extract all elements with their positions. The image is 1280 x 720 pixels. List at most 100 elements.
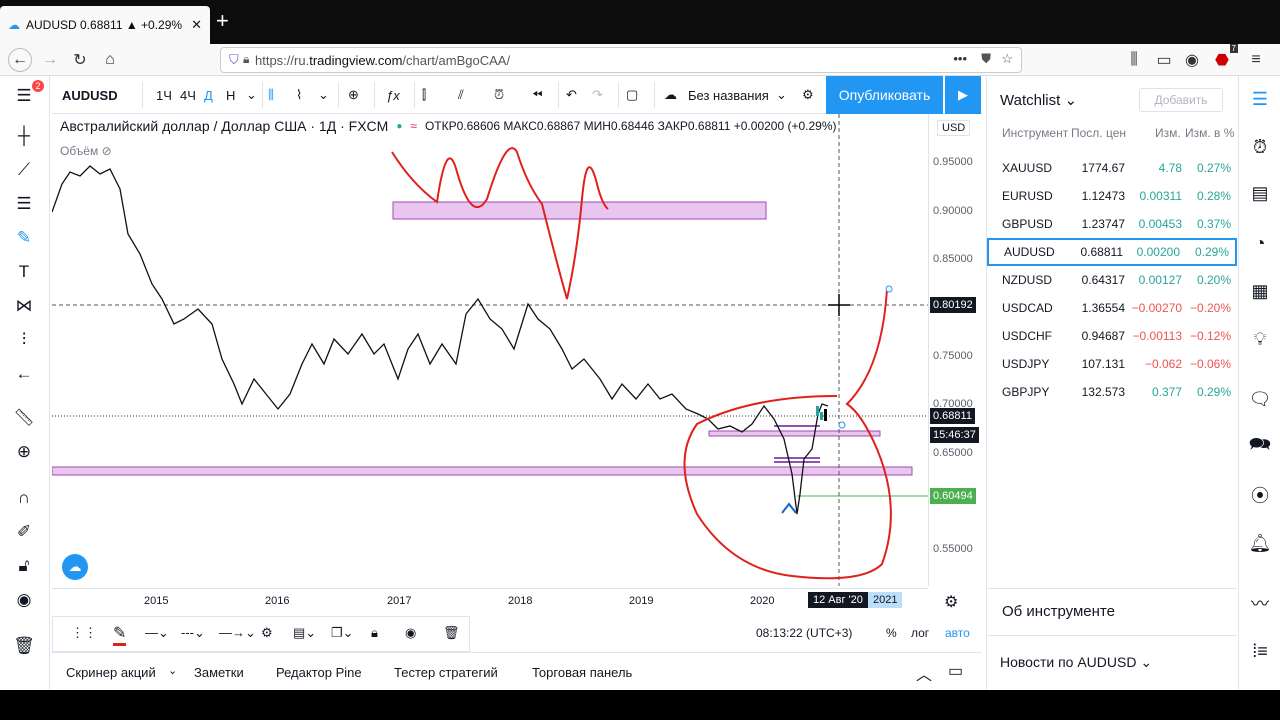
new-tab-button[interactable]: + (216, 10, 229, 32)
pocket-icon[interactable]: ⛊ (981, 51, 991, 67)
alert-icon[interactable]: ⏰︎ (494, 84, 504, 106)
bar-style-icon[interactable]: ⫼ (268, 84, 274, 106)
back-icon[interactable]: ← (8, 48, 32, 72)
chat-icon[interactable]: 🗨︎ (1247, 386, 1273, 412)
axis-settings-icon[interactable]: ⚙ (944, 592, 958, 612)
indicators-icon[interactable]: ƒx (386, 84, 400, 106)
settings-icon[interactable]: ⚙ (802, 84, 814, 106)
hide-eye-icon[interactable]: ⊘ (102, 144, 112, 158)
watchlist-row[interactable]: GBPJPY 132.573 0.377 0.29% (987, 378, 1237, 406)
tab-stock-screener[interactable]: Скринер акций (66, 665, 156, 680)
compare-icon[interactable]: ⊕ (348, 84, 359, 106)
crosshair-icon[interactable]: ┼ (10, 122, 38, 150)
chart-type-dropdown-icon[interactable]: ⌄ (318, 84, 329, 106)
private-chat-icon[interactable]: 🗪︎ (1247, 434, 1273, 460)
currency-label[interactable]: USD (937, 120, 971, 136)
zoom-icon[interactable]: ⊕ (10, 438, 38, 466)
notifications-icon[interactable]: 🔔︎ (1247, 530, 1273, 556)
delete-drawing-icon[interactable]: 🗑︎ (443, 625, 460, 641)
tab-notes[interactable]: Заметки (194, 665, 244, 680)
line-width-icon[interactable]: —⌄ (145, 625, 169, 641)
financials-icon[interactable]: ⫿ (422, 84, 426, 106)
ruler-icon[interactable]: 📏︎ (10, 404, 38, 432)
line-style-icon[interactable]: ‐‐‐⌄ (181, 625, 205, 641)
sidebar-icon[interactable]: ▭ (1152, 48, 1176, 72)
data-window-icon[interactable]: ▤ (1247, 180, 1273, 206)
col-change-pct[interactable]: Изм. в % (1185, 126, 1234, 140)
browser-tab[interactable]: ☁ AUDUSD 0.68811 ▲ +0.29% Без ✕ (0, 6, 210, 44)
lock-drawings-pencil-icon[interactable]: ✐ (10, 518, 38, 546)
text-icon[interactable]: T (10, 258, 38, 286)
pattern-icon[interactable]: ⋈ (10, 292, 38, 320)
address-bar[interactable]: ⛉ 🔒︎ https://ru. tradingview.com/chart/am… (220, 47, 1022, 73)
menu-icon[interactable]: ≡ (1244, 48, 1268, 72)
trash-icon[interactable]: 🗑︎ (10, 632, 38, 660)
main-menu-icon[interactable]: ☰ 2 (10, 80, 44, 110)
col-last[interactable]: Посл. цен (1071, 126, 1126, 140)
watchlist-row[interactable]: USDCHF 0.94687 −0.00113 −0.12% (987, 322, 1237, 350)
ideas-icon[interactable]: 💡︎ (1247, 326, 1273, 352)
tab-strategy-tester[interactable]: Тестер стратегий (394, 665, 498, 680)
fullscreen-icon[interactable]: ▢ (626, 84, 638, 106)
watchlist-row[interactable]: AUDUSD 0.68811 0.00200 0.29% (987, 238, 1237, 266)
interval-1d[interactable]: Д (204, 84, 213, 106)
trend-line-icon[interactable]: ⟋ (10, 156, 38, 184)
chart-pane[interactable]: Австралийский доллар / Доллар США · 1Д ·… (52, 114, 928, 586)
hotlists-icon[interactable]: ◔ (1247, 230, 1273, 256)
add-symbol-input[interactable]: Добавить (1139, 88, 1223, 112)
maximize-panel-icon[interactable]: ▭ (948, 661, 963, 681)
play-icon[interactable]: ▶ (945, 76, 981, 114)
tradingview-logo-icon[interactable]: ☁ (62, 554, 88, 580)
clone-icon[interactable]: ❐⌄ (331, 625, 354, 641)
lock-icon[interactable]: 🔒︎ (243, 52, 249, 67)
hide-drawing-icon[interactable]: ◉ (405, 625, 416, 641)
price-axis[interactable]: USD 0.95000 0.90000 0.85000 0.80192 0.75… (928, 114, 982, 586)
log-toggle[interactable]: лог (911, 626, 929, 640)
reload-icon[interactable]: ↻ (68, 48, 92, 72)
prediction-icon[interactable]: ⫶ (10, 326, 38, 354)
brush-icon[interactable]: ✎ (10, 224, 38, 252)
lock-icon[interactable]: 🔓︎ (10, 552, 38, 580)
close-tab-icon[interactable]: ✕ (191, 17, 202, 33)
cloud-icon[interactable]: ☁ (664, 84, 677, 106)
price-chart[interactable] (52, 114, 928, 586)
time-axis[interactable]: 2015 2016 2017 2018 2019 2020 12 Авг '20… (52, 588, 928, 614)
collapse-panel-icon[interactable]: ︿ (916, 661, 932, 685)
line-style-icon[interactable]: ⌇ (296, 84, 302, 106)
calendar-icon[interactable]: ▦ (1247, 278, 1273, 304)
alerts-clock-icon[interactable]: ⏰︎ (1247, 134, 1273, 160)
streams-icon[interactable]: ⦿ (1247, 482, 1273, 508)
tab-trading-panel[interactable]: Торговая панель (532, 665, 632, 680)
magnet-icon[interactable]: ∩ (10, 484, 38, 512)
layout-dropdown-icon[interactable]: ⌄ (776, 84, 787, 106)
news-section[interactable]: Новости по AUDUSD ⌄ (1000, 654, 1152, 671)
drag-handle-icon[interactable]: ⋮⋮ (71, 625, 97, 641)
signals-icon[interactable]: 〰 (1247, 590, 1273, 616)
visibility-icon[interactable]: ◉ (10, 586, 38, 614)
about-symbol-section[interactable]: Об инструменте (987, 588, 1237, 636)
page-actions-icon[interactable]: ••• (953, 51, 967, 66)
interval-4h[interactable]: 4Ч (180, 84, 196, 106)
order-panel-icon[interactable]: ⁞≡ (1247, 638, 1273, 664)
watchlist-icon[interactable]: ☰ (1247, 86, 1273, 112)
watchlist-row[interactable]: NZDUSD 0.64317 0.00127 0.20% (987, 266, 1237, 294)
watchlist-title[interactable]: Watchlist ⌄ (1000, 91, 1077, 109)
col-symbol[interactable]: Инструмент (1002, 126, 1068, 140)
fib-icon[interactable]: ☰ (10, 190, 38, 218)
forward-icon[interactable]: → (38, 48, 62, 72)
library-icon[interactable]: ⫼ (1122, 48, 1146, 72)
watchlist-row[interactable]: USDJPY 107.131 −0.062 −0.06% (987, 350, 1237, 378)
line-color-icon[interactable]: ✎ (113, 623, 127, 646)
shield-icon[interactable]: ⛉ (229, 52, 239, 68)
percent-toggle[interactable]: % (886, 626, 897, 640)
symbol-search[interactable]: AUDUSD (62, 84, 118, 106)
auto-toggle[interactable]: авто (945, 626, 970, 640)
watchlist-row[interactable]: USDCAD 1.36554 −0.00270 −0.20% (987, 294, 1237, 322)
home-icon[interactable]: ⌂ (98, 48, 122, 72)
account-icon[interactable]: ◉ (1180, 48, 1204, 72)
adblock-icon[interactable]: ⬣ 7 (1210, 44, 1238, 72)
interval-dropdown-icon[interactable]: ⌄ (246, 84, 257, 106)
interval-1h[interactable]: 1Ч (156, 84, 172, 106)
replay-icon[interactable]: ⏪︎ (532, 84, 542, 106)
watchlist-row[interactable]: EURUSD 1.12473 0.00311 0.28% (987, 182, 1237, 210)
